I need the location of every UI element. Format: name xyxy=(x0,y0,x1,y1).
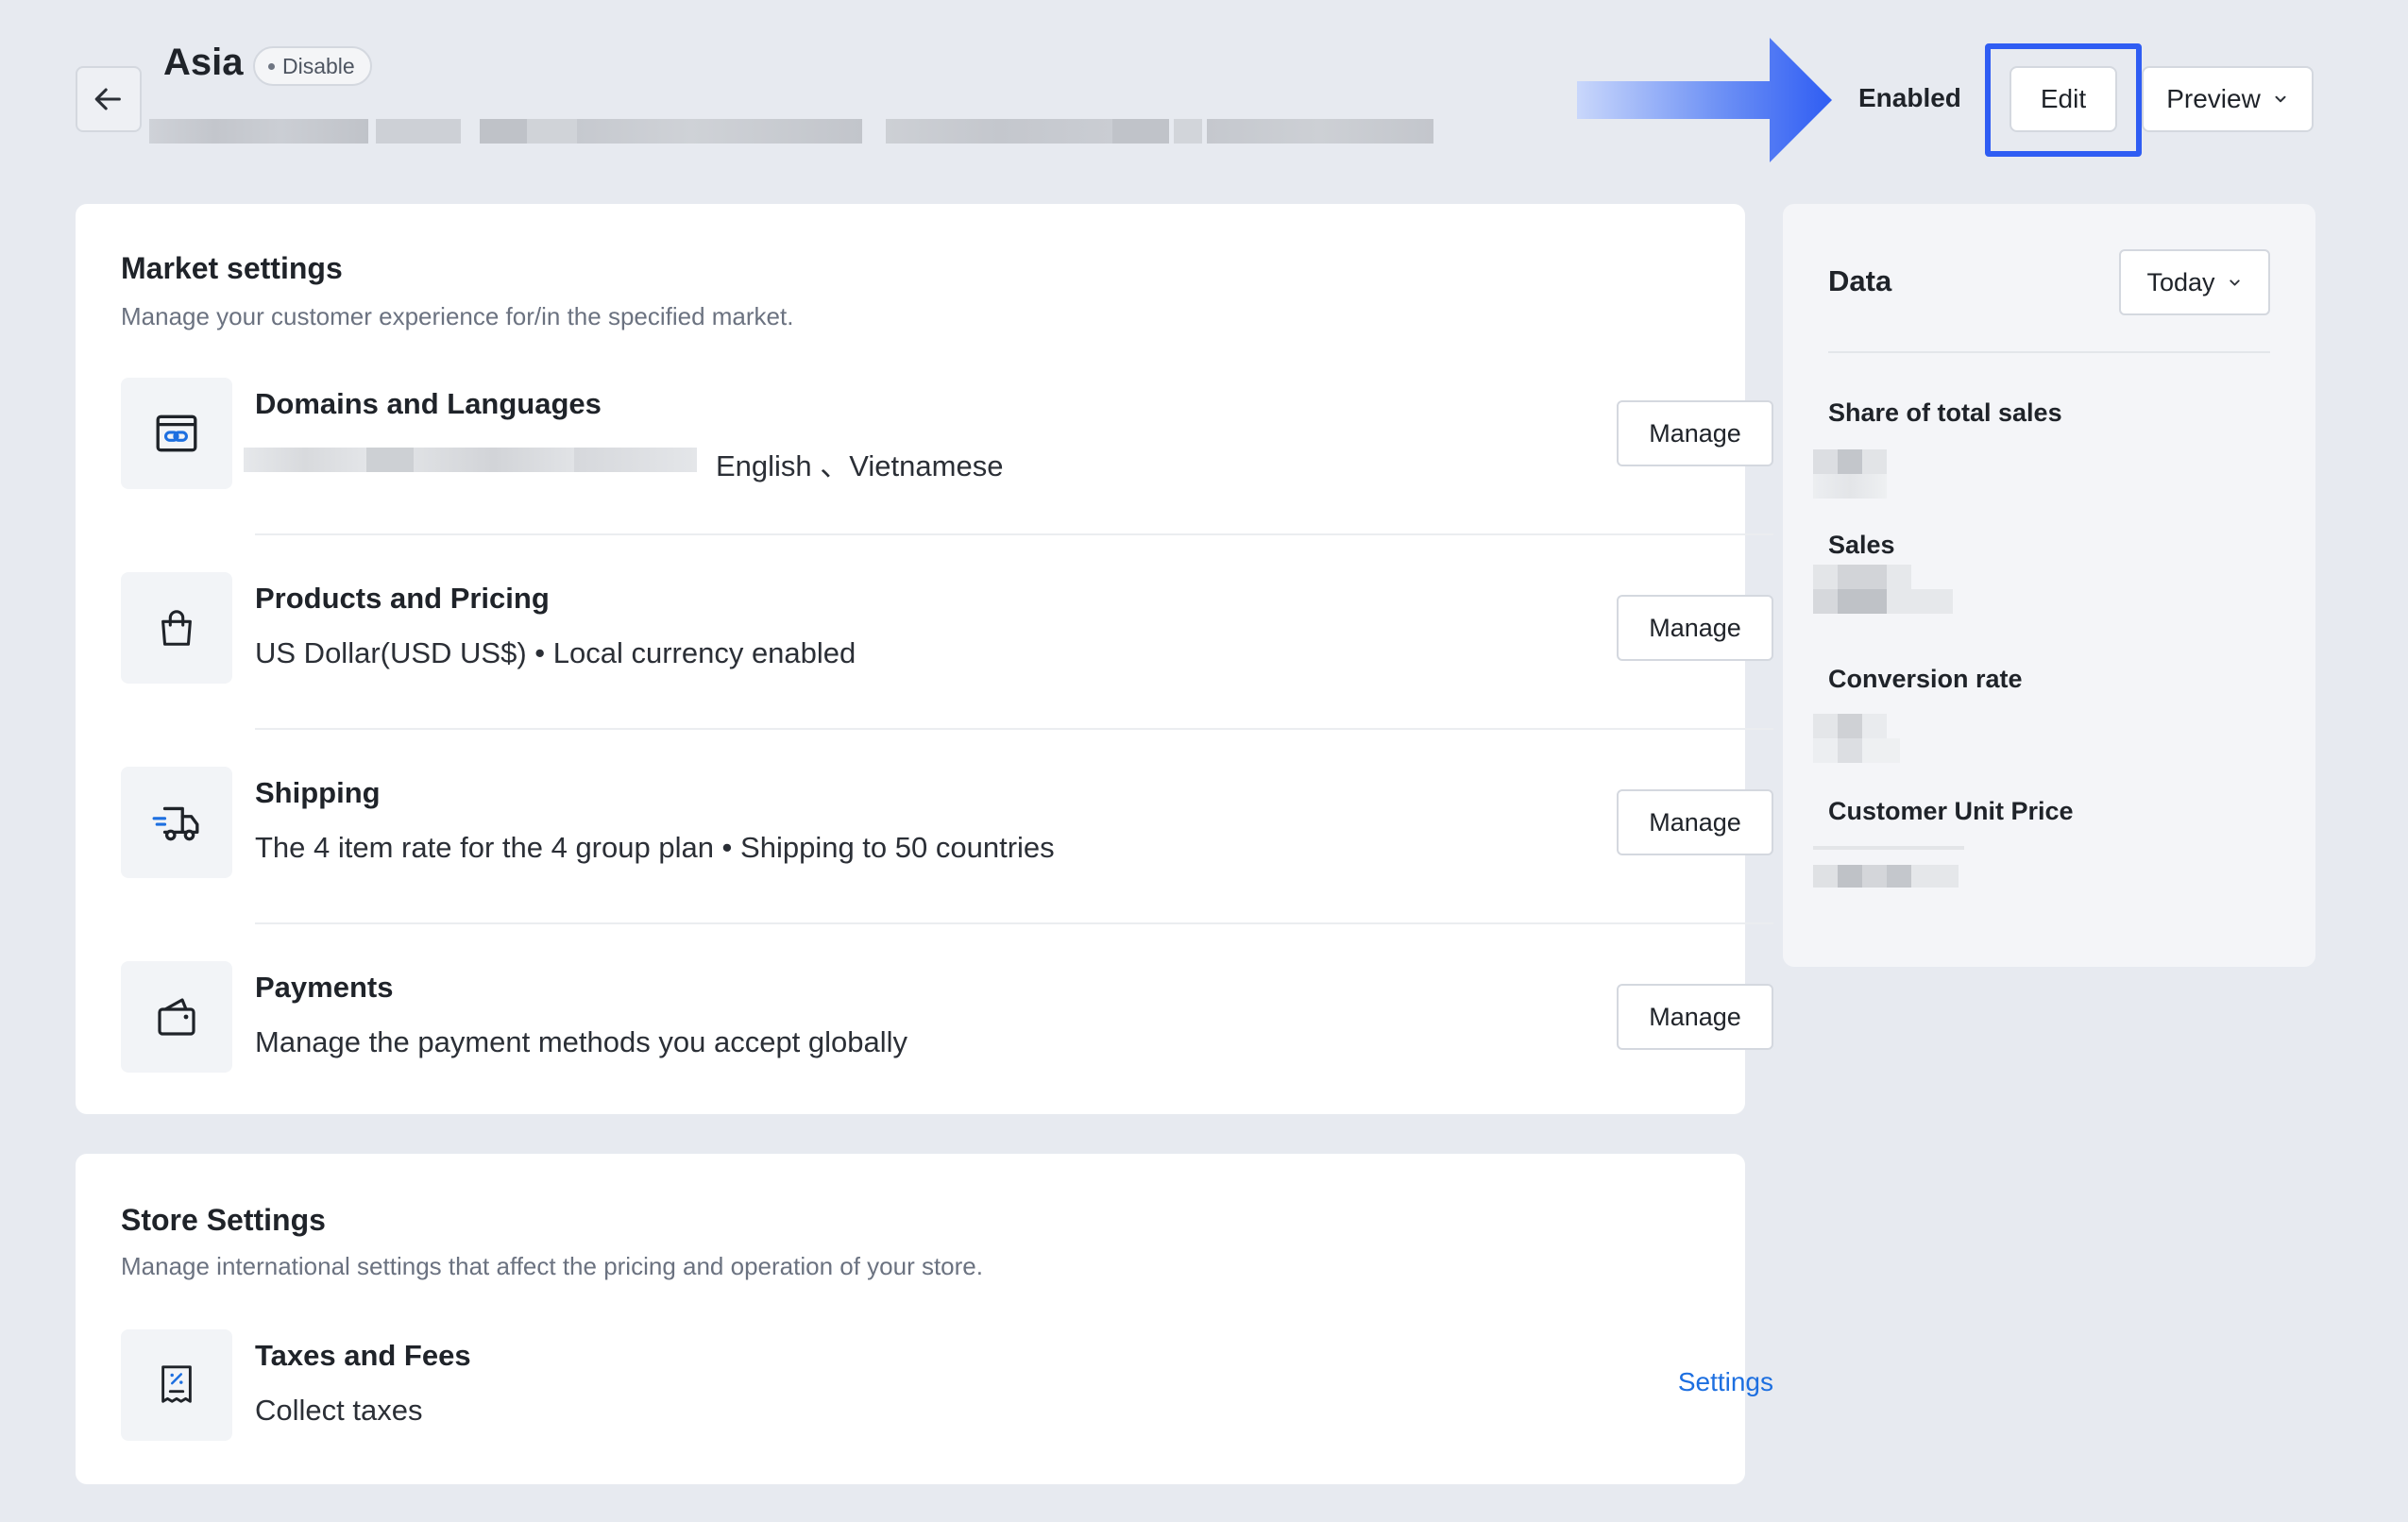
manage-shipping-button[interactable]: Manage xyxy=(1617,789,1773,855)
metric-label: Conversion rate xyxy=(1828,665,2023,693)
redacted-domain xyxy=(244,448,716,480)
date-range-dropdown[interactable]: Today xyxy=(2119,249,2270,315)
page-title: Asia xyxy=(163,42,244,83)
chevron-down-icon xyxy=(2275,95,2286,103)
row-title: Domains and Languages xyxy=(255,387,602,420)
row-subtitle: Manage the payment methods you accept gl… xyxy=(255,1025,908,1058)
status-badge[interactable]: Disable xyxy=(253,46,372,86)
redacted-metric-value xyxy=(1813,565,1964,614)
arrow-left-icon xyxy=(94,88,121,110)
list-item-taxes-fees: Taxes and Fees Collect taxes Settings xyxy=(121,1329,1773,1441)
row-subtitle: English 、Vietnamese xyxy=(716,449,1004,482)
row-divider xyxy=(255,922,1773,924)
list-item-shipping: Shipping The 4 item rate for the 4 group… xyxy=(121,767,1773,878)
status-badge-label: Disable xyxy=(282,53,355,78)
redacted-metric-value xyxy=(1813,846,1974,895)
domain-link-icon xyxy=(121,378,232,489)
row-subtitle: Collect taxes xyxy=(255,1394,423,1427)
data-panel: Data Today Share of total sales Sales Co… xyxy=(1783,204,2315,967)
market-settings-card: Market settings Manage your customer exp… xyxy=(76,204,1773,1114)
taxes-settings-link[interactable]: Settings xyxy=(1678,1367,1773,1397)
edit-button[interactable]: Edit xyxy=(2009,66,2117,132)
market-detail-page: Asia Disable Enabled Edit Preview Market… xyxy=(0,0,2408,1522)
data-panel-divider xyxy=(1828,351,2270,353)
row-divider xyxy=(255,728,1773,730)
list-item-domains-languages: Domains and Languages English 、Vietnames… xyxy=(121,378,1773,489)
preview-button[interactable]: Preview xyxy=(2142,66,2314,132)
preview-button-label: Preview xyxy=(2166,84,2261,113)
manage-domains-button[interactable]: Manage xyxy=(1617,400,1773,466)
chevron-down-icon xyxy=(2229,279,2240,286)
tax-receipt-icon xyxy=(121,1329,232,1441)
row-title: Shipping xyxy=(255,776,381,809)
redacted-metric-value xyxy=(1813,449,1936,499)
back-button[interactable] xyxy=(76,66,142,132)
redacted-metric-value xyxy=(1813,714,1936,763)
row-title: Payments xyxy=(255,971,394,1004)
metric-label: Sales xyxy=(1828,531,1895,559)
shopping-bag-icon xyxy=(121,572,232,684)
wallet-icon xyxy=(121,961,232,1073)
redacted-subtitle xyxy=(149,119,1433,147)
metric-label: Share of total sales xyxy=(1828,398,2062,427)
manage-payments-button[interactable]: Manage xyxy=(1617,984,1773,1050)
data-panel-title: Data xyxy=(1828,264,1892,297)
row-title: Products and Pricing xyxy=(255,582,550,615)
market-settings-description: Manage your customer experience for/in t… xyxy=(121,302,794,330)
delivery-truck-icon xyxy=(121,767,232,878)
metric-label: Customer Unit Price xyxy=(1828,797,2074,825)
row-title: Taxes and Fees xyxy=(255,1339,471,1372)
store-settings-title: Store Settings xyxy=(121,1203,326,1237)
row-subtitle: The 4 item rate for the 4 group plan • S… xyxy=(255,831,1055,864)
market-settings-title: Market settings xyxy=(121,251,343,285)
annotation-arrow-icon xyxy=(1577,38,1832,162)
row-divider xyxy=(255,533,1773,535)
store-settings-description: Manage international settings that affec… xyxy=(121,1252,983,1280)
status-dot-icon xyxy=(268,62,275,70)
list-item-products-pricing: Products and Pricing US Dollar(USD US$) … xyxy=(121,572,1773,684)
enabled-status-label: Enabled xyxy=(1858,83,1961,112)
date-range-label: Today xyxy=(2146,267,2215,296)
list-item-payments: Payments Manage the payment methods you … xyxy=(121,961,1773,1073)
store-settings-card: Store Settings Manage international sett… xyxy=(76,1154,1773,1484)
row-subtitle: US Dollar(USD US$) • Local currency enab… xyxy=(255,636,856,669)
manage-products-button[interactable]: Manage xyxy=(1617,595,1773,661)
